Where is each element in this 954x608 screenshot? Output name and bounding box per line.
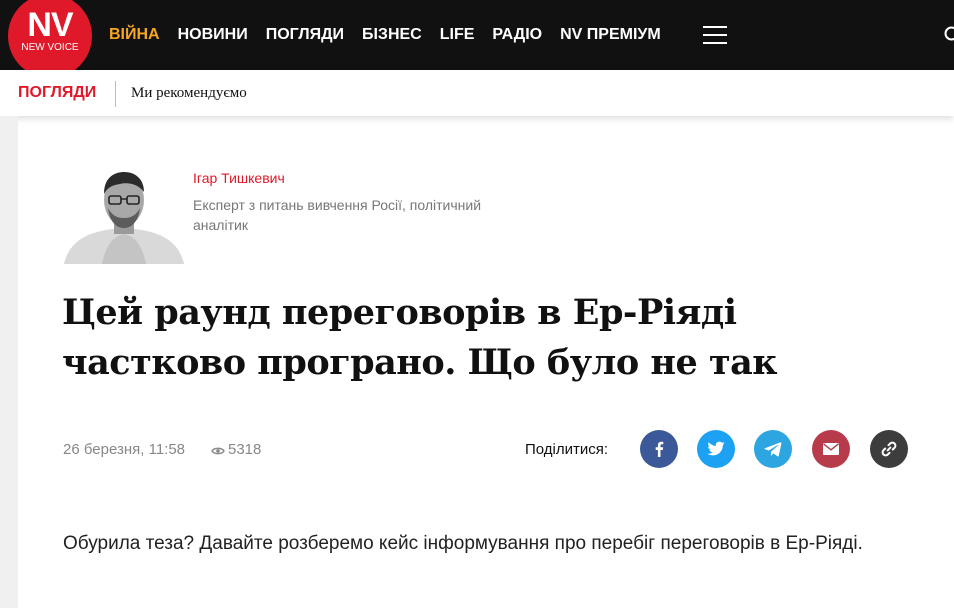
facebook-share-button[interactable] — [640, 430, 678, 468]
telegram-share-button[interactable] — [754, 430, 792, 468]
twitter-icon — [707, 441, 725, 456]
nav-item-opinions[interactable]: ПОГЛЯДИ — [266, 26, 344, 44]
nv-logo[interactable]: NV NEW VOICE — [8, 0, 92, 78]
article-body-paragraph: Обурила теза? Давайте розберемо кейс інф… — [63, 533, 863, 554]
eye-icon — [211, 447, 225, 454]
left-gutter — [0, 116, 18, 608]
view-count-value: 5318 — [228, 441, 262, 458]
nav-item-life[interactable]: LIFE — [440, 26, 475, 44]
facebook-icon — [655, 441, 664, 457]
main-nav: ВІЙНА НОВИНИ ПОГЛЯДИ БІЗНЕС LIFE РАДІО N… — [100, 0, 670, 70]
publish-date: 26 березня, 11:58 — [63, 441, 186, 458]
search-icon[interactable] — [944, 26, 954, 44]
top-navigation-bar: NV NEW VOICE ВІЙНА НОВИНИ ПОГЛЯДИ БІЗНЕС… — [0, 0, 954, 78]
divider — [115, 81, 116, 107]
logo-text: NV — [27, 6, 73, 44]
share-label: Поділитися: — [525, 441, 609, 458]
author-name[interactable]: Ігар Тишкевич — [193, 170, 285, 186]
section-bar: ПОГЛЯДИ Ми рекомендуємо — [0, 70, 954, 116]
recommended-link[interactable]: Ми рекомендуємо — [131, 85, 247, 102]
section-title[interactable]: ПОГЛЯДИ — [18, 84, 96, 102]
twitter-share-button[interactable] — [697, 430, 735, 468]
author-description: Експерт з питань вивчення Росії, політич… — [193, 197, 482, 233]
hamburger-icon[interactable] — [703, 25, 727, 45]
mail-icon — [823, 443, 839, 455]
view-count: 5318 — [211, 441, 261, 458]
nav-item-news[interactable]: НОВИНИ — [178, 26, 248, 44]
nav-item-war[interactable]: ВІЙНА — [109, 26, 160, 44]
nav-item-premium[interactable]: NV ПРЕМІУМ — [560, 26, 661, 44]
copy-link-button[interactable] — [870, 430, 908, 468]
nav-item-business[interactable]: БІЗНЕС — [362, 26, 422, 44]
telegram-icon — [764, 442, 782, 457]
author-photo[interactable] — [62, 168, 186, 264]
link-icon — [881, 441, 897, 457]
email-share-button[interactable] — [812, 430, 850, 468]
logo-subtitle: NEW VOICE — [21, 42, 79, 53]
article-title: Цей раунд переговорів в Ер-Ріяді частков… — [62, 292, 778, 383]
nav-item-radio[interactable]: РАДІО — [492, 26, 542, 44]
